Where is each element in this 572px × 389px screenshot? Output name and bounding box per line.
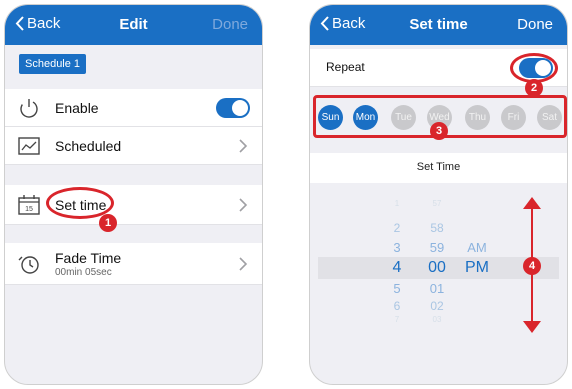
scheduled-label: Scheduled [55,138,122,154]
day-thu[interactable]: Thu [465,105,490,130]
back-button[interactable]: Back [320,15,365,32]
hour-option[interactable]: 3 [382,240,412,255]
chevron-right-icon [239,138,248,153]
set-time-header: Set Time [310,153,567,183]
minute-option[interactable]: 57 [422,199,452,208]
minute-selected[interactable]: 00 [422,259,452,277]
nav-bar: Back Edit Done [5,5,262,45]
hour-option[interactable]: 2 [382,221,412,235]
set-time-row[interactable]: 15 Set time [5,185,262,225]
day-sat[interactable]: Sat [537,105,562,130]
day-sun[interactable]: Sun [318,105,343,130]
ampm-selected[interactable]: PM [462,259,492,277]
repeat-label: Repeat [326,60,365,74]
done-button[interactable]: Done [517,16,553,33]
fade-time-row[interactable]: Fade Time 00min 05sec [5,243,262,285]
day-tue[interactable]: Tue [391,105,416,130]
hour-option[interactable]: 5 [382,281,412,296]
enable-row: Enable [5,89,262,127]
minute-option[interactable]: 01 [422,281,452,296]
enable-toggle[interactable] [216,98,250,118]
day-mon[interactable]: Mon [353,105,378,130]
minute-option[interactable]: 59 [422,240,452,255]
hour-selected[interactable]: 4 [382,259,412,277]
callout-badge-4: 4 [523,257,541,275]
done-button[interactable]: Done [212,16,248,33]
scheduled-row[interactable]: Scheduled [5,127,262,165]
back-label: Back [27,15,61,32]
clock-icon [18,255,39,274]
callout-badge-1: 1 [99,214,117,232]
fade-time-value: 00min 05sec [55,267,112,278]
calendar-icon: 15 [18,194,40,215]
chart-icon [18,136,40,155]
minute-option[interactable]: 58 [422,221,452,235]
chevron-right-icon [239,256,248,271]
chevron-left-icon [15,16,24,31]
schedule-tab[interactable]: Schedule 1 [19,54,87,74]
callout-badge-3: 3 [430,122,448,140]
minute-option[interactable]: 03 [422,315,452,324]
back-label: Back [332,15,366,32]
chevron-left-icon [320,16,329,31]
svg-text:15: 15 [25,206,33,213]
hour-option[interactable]: 7 [382,315,412,324]
chevron-right-icon [239,197,248,212]
set-time-title: Set Time [416,161,461,173]
set-time-screen: Back Set time Done Repeat 2 Sun Mon Tue … [309,4,568,385]
power-icon [20,98,38,118]
minute-option[interactable]: 02 [422,299,452,313]
day-fri[interactable]: Fri [501,105,526,130]
ampm-option[interactable]: AM [462,240,492,255]
back-button[interactable]: Back [15,15,60,32]
hour-option[interactable]: 1 [382,199,412,208]
edit-screen: Back Edit Done Schedule 1 Enable Schedul… [4,4,263,385]
hour-option[interactable]: 6 [382,299,412,313]
nav-bar: Back Set time Done [310,5,567,45]
enable-label: Enable [55,100,99,116]
fade-time-label: Fade Time [55,250,122,266]
